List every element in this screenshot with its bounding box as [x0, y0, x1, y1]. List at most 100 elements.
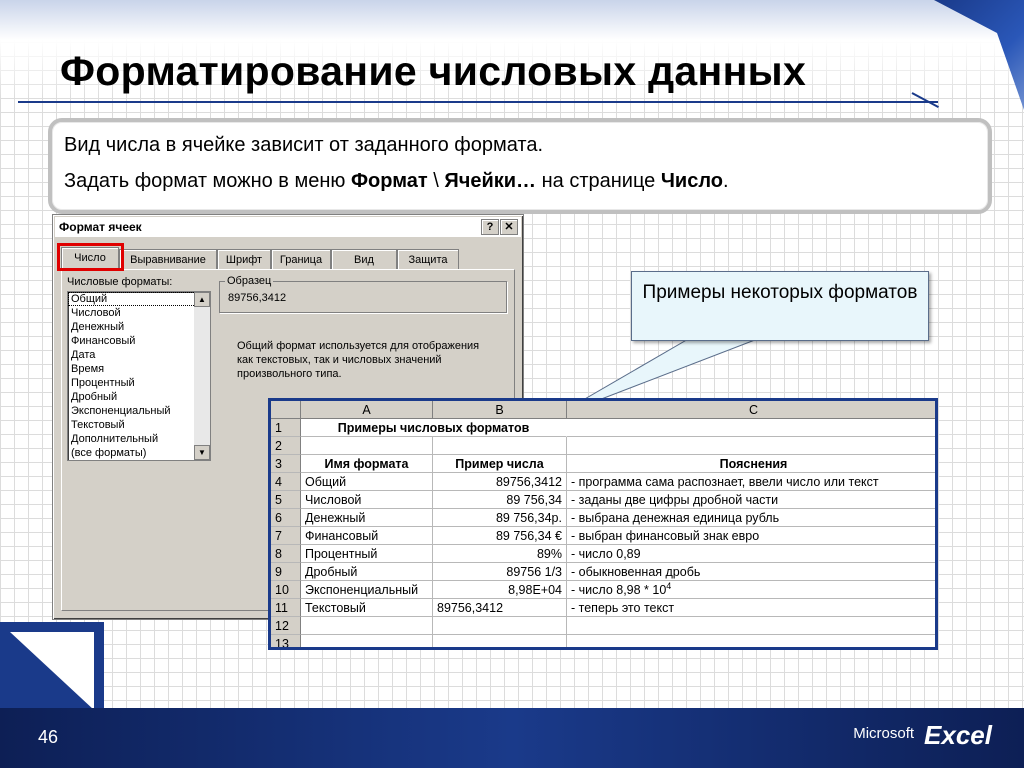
row-number[interactable]: 9 [271, 563, 301, 581]
cell-text: - число 8,98 * 10 [571, 583, 667, 597]
list-item[interactable]: Процентный [68, 376, 210, 390]
page-number-tab: Число [660, 170, 724, 192]
cell[interactable]: Процентный [301, 545, 433, 563]
row-number[interactable]: 3 [271, 455, 301, 473]
cell[interactable] [301, 617, 433, 635]
cell[interactable]: 89 756,34 [433, 491, 567, 509]
tab-protection[interactable]: Защита [397, 249, 459, 270]
column-header-c[interactable]: C [567, 401, 935, 419]
cell[interactable]: 89% [433, 545, 567, 563]
cell[interactable]: Пример числа [433, 455, 567, 473]
cell[interactable]: 8,98E+04 [433, 581, 567, 599]
list-item[interactable]: Общий [68, 292, 210, 306]
cell[interactable]: Пояснения [567, 455, 935, 473]
list-item[interactable]: Числовой [68, 306, 210, 320]
cell[interactable]: 89756,3412 [433, 599, 567, 617]
title-underline [18, 101, 938, 103]
cell[interactable]: 89756,3412 [433, 473, 567, 491]
row-number[interactable]: 7 [271, 527, 301, 545]
row-number[interactable]: 1 [271, 419, 301, 437]
cell[interactable]: - выбрана денежная единица рубль [567, 509, 935, 527]
cell[interactable] [433, 617, 567, 635]
dialog-title: Формат ячеек [59, 220, 142, 234]
number-formats-list[interactable]: Общий Числовой Денежный Финансовый Дата … [67, 291, 211, 461]
table-row: 3 Имя формата Пример числа Пояснения [271, 455, 935, 473]
cell[interactable]: Примеры числовых форматов [301, 419, 567, 437]
menu-separator: \ [427, 170, 445, 192]
formats-label: Числовые форматы: [67, 276, 173, 288]
column-header-b[interactable]: B [433, 401, 567, 419]
cell[interactable]: - обыкновенная дробь [567, 563, 935, 581]
tab-alignment[interactable]: Выравнивание [119, 249, 217, 270]
list-item[interactable]: Дата [68, 348, 210, 362]
cell[interactable] [301, 437, 433, 455]
table-row: 12 [271, 617, 935, 635]
scroll-up-icon[interactable]: ▲ [194, 292, 210, 307]
slide-title: Форматирование числовых данных [60, 48, 807, 94]
cell[interactable]: Имя формата [301, 455, 433, 473]
row-number[interactable]: 4 [271, 473, 301, 491]
cell[interactable] [567, 635, 935, 647]
list-item[interactable]: Финансовый [68, 334, 210, 348]
cell[interactable] [567, 437, 935, 455]
cell[interactable]: - программа сама распознает, ввели число… [567, 473, 935, 491]
cell[interactable] [567, 419, 935, 437]
cell[interactable]: 89 756,34р. [433, 509, 567, 527]
cell[interactable]: 89756 1/3 [433, 563, 567, 581]
list-item[interactable]: Денежный [68, 320, 210, 334]
corner-cell[interactable] [271, 401, 301, 419]
table-row: 7 Финансовый 89 756,34 € - выбран финанс… [271, 527, 935, 545]
cell[interactable]: Числовой [301, 491, 433, 509]
cell[interactable]: 89 756,34 € [433, 527, 567, 545]
cell[interactable]: - теперь это текст [567, 599, 935, 617]
list-item[interactable]: (все форматы) [68, 446, 210, 460]
cell[interactable]: Общий [301, 473, 433, 491]
tab-view[interactable]: Вид [331, 249, 397, 270]
cell[interactable]: Экспоненциальный [301, 581, 433, 599]
table-row: 8 Процентный 89% - число 0,89 [271, 545, 935, 563]
info-line-2: Задать формат можно в меню Формат \ Ячей… [64, 170, 729, 193]
info-text: на странице [536, 170, 661, 192]
column-header-row: A B C [271, 401, 935, 419]
brand-company: Microsoft [853, 725, 915, 742]
sample-value: 89756,3412 [228, 292, 287, 304]
row-number[interactable]: 2 [271, 437, 301, 455]
list-item[interactable]: Дробный [68, 390, 210, 404]
scroll-down-icon[interactable]: ▼ [194, 445, 210, 460]
cell[interactable] [567, 617, 935, 635]
menu-cells: Ячейки… [444, 170, 537, 192]
cell[interactable]: - число 8,98 * 104 [567, 581, 935, 599]
column-header-a[interactable]: A [301, 401, 433, 419]
row-number[interactable]: 5 [271, 491, 301, 509]
row-number[interactable]: 11 [271, 599, 301, 617]
cell[interactable]: - заданы две цифры дробной части [567, 491, 935, 509]
row-number[interactable]: 12 [271, 617, 301, 635]
row-number[interactable]: 6 [271, 509, 301, 527]
cell[interactable] [433, 437, 567, 455]
list-item[interactable]: Время [68, 362, 210, 376]
tab-font[interactable]: Шрифт [217, 249, 271, 270]
cell[interactable]: Финансовый [301, 527, 433, 545]
cell[interactable] [301, 635, 433, 647]
row-number[interactable]: 13 [271, 635, 301, 647]
cell[interactable]: - число 0,89 [567, 545, 935, 563]
tab-border[interactable]: Граница [271, 249, 331, 270]
list-item[interactable]: Текстовый [68, 418, 210, 432]
cell[interactable]: Дробный [301, 563, 433, 581]
list-scrollbar[interactable]: ▲ ▼ [194, 292, 210, 460]
cell[interactable]: - выбран финансовый знак евро [567, 527, 935, 545]
info-box: Вид числа в ячейке зависит от заданного … [48, 118, 992, 214]
close-button[interactable]: ✕ [500, 219, 518, 235]
table-row: 6 Денежный 89 756,34р. - выбрана денежна… [271, 509, 935, 527]
cell[interactable]: Текстовый [301, 599, 433, 617]
callout-box: Примеры некоторых форматов [631, 271, 929, 341]
exponent: 4 [666, 581, 672, 591]
cell[interactable] [433, 635, 567, 647]
table-row: 11 Текстовый 89756,3412 - теперь это тек… [271, 599, 935, 617]
row-number[interactable]: 8 [271, 545, 301, 563]
list-item[interactable]: Дополнительный [68, 432, 210, 446]
help-button[interactable]: ? [481, 219, 499, 235]
row-number[interactable]: 10 [271, 581, 301, 599]
list-item[interactable]: Экспоненциальный [68, 404, 210, 418]
cell[interactable]: Денежный [301, 509, 433, 527]
